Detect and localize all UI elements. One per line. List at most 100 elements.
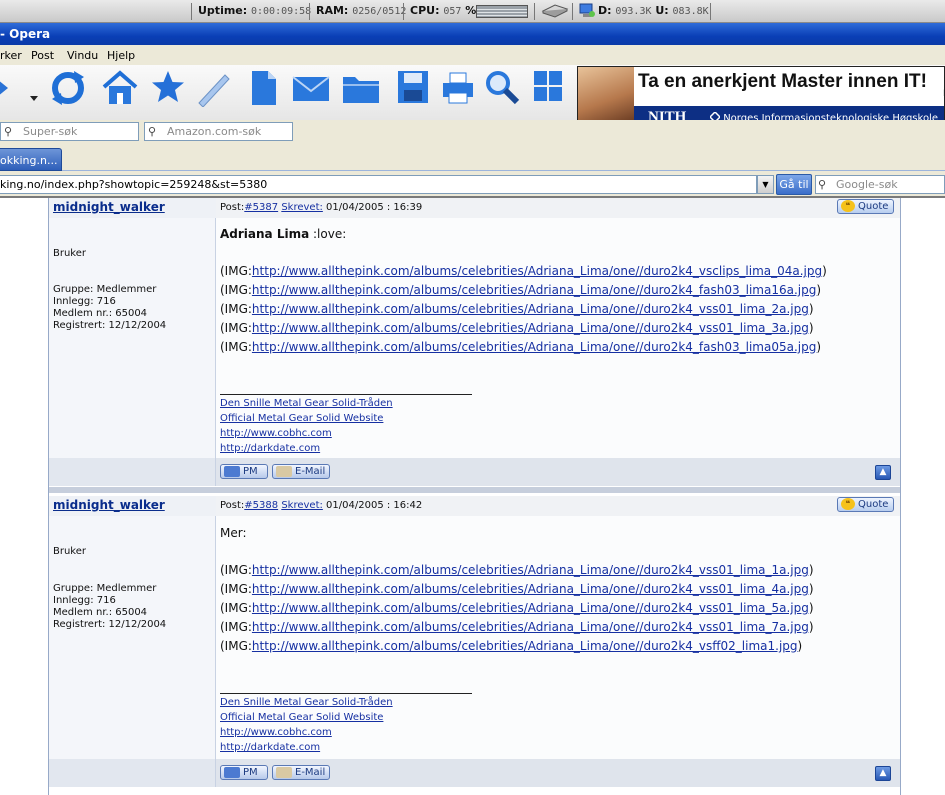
separator — [710, 3, 711, 20]
cpu-readout: CPU: 057 % — [410, 4, 477, 17]
signature-link[interactable]: Official Metal Gear Solid Website — [220, 712, 383, 723]
page-icon[interactable] — [250, 69, 278, 111]
image-link[interactable]: http://www.allthepink.com/albums/celebri… — [252, 639, 798, 653]
tab-active[interactable]: okking.n... — [0, 148, 62, 171]
author-group: Gruppe: Medlemmer — [53, 583, 157, 594]
pm-button[interactable]: PM — [220, 464, 268, 479]
post-footer: PM E-Mail ▲ — [49, 458, 900, 486]
post-footer-left — [49, 458, 216, 486]
post-author-panel: Bruker Gruppe: Medlemmer Innlegg: 716 Me… — [49, 218, 216, 458]
system-monitor-bar: Uptime: 0:00:09:58 RAM: 0256/0512 CPU: 0… — [0, 0, 945, 23]
windows-icon[interactable] — [533, 70, 563, 106]
address-input[interactable]: king.no/index.php?showtopic=259248&st=53… — [0, 175, 757, 194]
image-line: (IMG:http://www.allthepink.com/albums/ce… — [220, 563, 814, 577]
post-number-link[interactable]: #5388 — [244, 500, 278, 511]
written-link[interactable]: Skrevet: — [281, 500, 323, 511]
super-search-placeholder: Super-søk — [23, 125, 78, 138]
signature-link[interactable]: http://www.cobhc.com — [220, 727, 332, 738]
separator — [309, 3, 310, 20]
page-content: midnight_walker Post:#5387 Skrevet: 01/0… — [0, 198, 945, 795]
go-button[interactable]: Gå til — [776, 174, 812, 195]
image-link[interactable]: http://www.allthepink.com/albums/celebri… — [252, 601, 809, 615]
author-member-number: Medlem nr.: 65004 — [53, 607, 148, 618]
image-link[interactable]: http://www.allthepink.com/albums/celebri… — [252, 563, 809, 577]
reload-icon[interactable] — [50, 69, 86, 111]
search-icon: ⚲ — [818, 178, 827, 191]
image-link[interactable]: http://www.allthepink.com/albums/celebri… — [252, 620, 809, 634]
dropdown-arrow-icon[interactable] — [30, 87, 38, 106]
back-arrow-icon[interactable] — [0, 73, 14, 107]
search-icon: ⚲ — [4, 125, 13, 138]
star-icon[interactable] — [150, 69, 186, 109]
folder-icon[interactable] — [341, 73, 381, 109]
print-icon[interactable] — [441, 71, 475, 109]
signature-link[interactable]: Den Snille Metal Gear Solid-Tråden — [220, 697, 393, 708]
separator — [572, 3, 573, 20]
signature-divider — [220, 394, 472, 395]
scroll-top-button[interactable]: ▲ — [875, 465, 891, 480]
super-search-input[interactable]: ⚲ Super-søk — [0, 122, 139, 141]
post-date: 01/04/2005 : 16:39 — [326, 202, 423, 213]
signature-link[interactable]: http://darkdate.com — [220, 443, 320, 454]
quote-button[interactable]: ❝ Quote — [837, 497, 894, 512]
author-post-count: Innlegg: 716 — [53, 296, 116, 307]
post-body: Adriana Lima :love: (IMG:http://www.allt… — [216, 218, 900, 458]
post-author-link[interactable]: midnight_walker — [53, 498, 165, 512]
menu-item-bookmarks[interactable]: rker — [0, 49, 22, 62]
email-icon — [276, 466, 292, 477]
menu-item-help[interactable]: Hjelp — [107, 49, 135, 62]
window-title-bar[interactable]: - Opera — [0, 23, 945, 45]
post-date: 01/04/2005 : 16:42 — [326, 500, 423, 511]
image-line: (IMG:http://www.allthepink.com/albums/ce… — [220, 639, 803, 653]
address-dropdown-button[interactable]: ▼ — [757, 175, 774, 194]
window-title: - Opera — [0, 27, 51, 41]
post-number-link[interactable]: #5387 — [244, 202, 278, 213]
tab-label: okking.n... — [0, 154, 58, 167]
image-link[interactable]: http://www.allthepink.com/albums/celebri… — [252, 264, 822, 278]
image-link[interactable]: http://www.allthepink.com/albums/celebri… — [252, 582, 809, 596]
signature-link[interactable]: http://darkdate.com — [220, 742, 320, 753]
image-line: (IMG:http://www.allthepink.com/albums/ce… — [220, 582, 814, 596]
scroll-top-button[interactable]: ▲ — [875, 766, 891, 781]
upload-value: 083.8K — [672, 6, 709, 17]
signature-link[interactable]: http://www.cobhc.com — [220, 428, 332, 439]
ram-readout: RAM: 0256/0512 — [316, 4, 407, 17]
written-link[interactable]: Skrevet: — [281, 202, 323, 213]
image-line: (IMG:http://www.allthepink.com/albums/ce… — [220, 620, 814, 634]
separator — [534, 3, 535, 20]
signature-link[interactable]: Den Snille Metal Gear Solid-Tråden — [220, 398, 393, 409]
author-registered: Registrert: 12/12/2004 — [53, 320, 167, 331]
search-icon[interactable] — [484, 69, 520, 109]
post-info: Post:#5388 Skrevet: 01/04/2005 : 16:42 — [220, 500, 423, 511]
forum-border-right — [900, 198, 901, 795]
drive-icon — [541, 2, 569, 21]
pm-button[interactable]: PM — [220, 765, 268, 780]
download-readout: D: 093.3K U: 083.8K — [598, 4, 709, 17]
uptime-readout: Uptime: 0:00:09:58 — [198, 4, 312, 17]
image-link[interactable]: http://www.allthepink.com/albums/celebri… — [252, 340, 816, 354]
menu-item-window[interactable]: Vindu — [67, 49, 98, 62]
post-author-link[interactable]: midnight_walker — [53, 200, 165, 214]
signature-link[interactable]: Official Metal Gear Solid Website — [220, 413, 383, 424]
ad-banner[interactable]: Ta en anerkjent Master innen IT! NITH No… — [577, 66, 945, 127]
save-icon[interactable] — [396, 69, 430, 109]
image-link[interactable]: http://www.allthepink.com/albums/celebri… — [252, 283, 816, 297]
google-search-input[interactable]: ⚲ Google-søk — [815, 175, 945, 194]
email-button[interactable]: E-Mail — [272, 464, 330, 479]
image-line: (IMG:http://www.allthepink.com/albums/ce… — [220, 340, 822, 354]
image-link[interactable]: http://www.allthepink.com/albums/celebri… — [252, 302, 809, 316]
amazon-search-input[interactable]: ⚲ Amazon.com-søk — [144, 122, 293, 141]
home-icon[interactable] — [101, 69, 139, 111]
pm-icon — [224, 466, 240, 477]
signature-divider — [220, 693, 472, 694]
menu-item-mail[interactable]: Post — [31, 49, 54, 62]
mail-icon[interactable] — [292, 75, 330, 107]
quote-button[interactable]: ❝ Quote — [837, 199, 894, 214]
pen-icon[interactable] — [195, 69, 233, 111]
image-link[interactable]: http://www.allthepink.com/albums/celebri… — [252, 321, 809, 335]
email-button[interactable]: E-Mail — [272, 765, 330, 780]
post-intro: Mer: — [220, 526, 247, 540]
image-line: (IMG:http://www.allthepink.com/albums/ce… — [220, 601, 814, 615]
address-value: king.no/index.php?showtopic=259248&st=53… — [0, 178, 268, 191]
post-body: Mer: (IMG:http://www.allthepink.com/albu… — [216, 516, 900, 759]
